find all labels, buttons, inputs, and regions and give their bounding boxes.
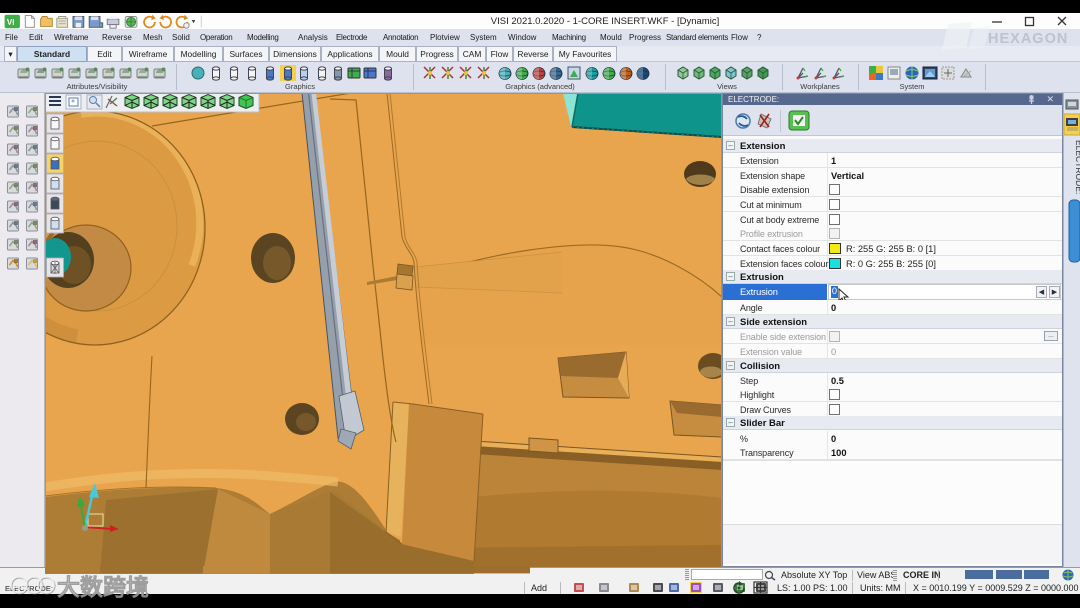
svg-text:VI: VI <box>7 18 15 27</box>
svg-text:ELECTRODE:: ELECTRODE: <box>1074 140 1080 194</box>
svg-text:▾: ▾ <box>192 17 196 26</box>
svg-text:大数跨境: 大数跨境 <box>57 574 149 600</box>
